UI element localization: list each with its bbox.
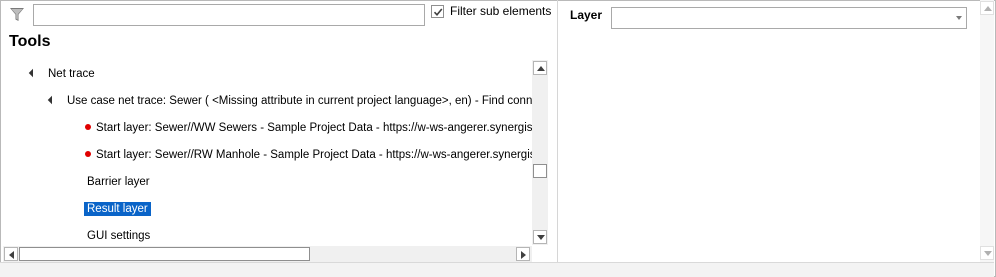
tree-item-label: Result layer — [84, 202, 151, 216]
layer-panel-scrollbar[interactable] — [980, 0, 994, 262]
arrow-down-icon — [537, 235, 545, 240]
expand-arrow-icon[interactable] — [28, 68, 38, 78]
chevron-down-icon — [956, 16, 962, 20]
tools-tree: Net trace Use case net trace: Sewer ( <M… — [0, 60, 532, 246]
filter-input[interactable] — [33, 4, 425, 26]
scroll-up-button[interactable] — [533, 61, 547, 75]
tools-panel: Filter sub elements Tools Net trace Use … — [0, 0, 557, 262]
scroll-down-button[interactable] — [533, 230, 547, 244]
scroll-down-button[interactable] — [980, 246, 994, 260]
tools-heading: Tools — [9, 33, 51, 50]
arrow-up-icon — [537, 66, 545, 71]
tree-item-barrier-layer[interactable]: Barrier layer — [87, 172, 150, 192]
vertical-scroll-thumb[interactable] — [533, 164, 547, 178]
arrow-up-icon — [984, 6, 992, 11]
tree-item-label: Net trace — [48, 68, 95, 80]
filter-sub-elements-label: Filter sub elements — [450, 4, 552, 18]
tree-horizontal-scrollbar[interactable] — [3, 246, 532, 262]
tree-item-label: Barrier layer — [87, 176, 150, 188]
tree-item-result-layer[interactable]: Result layer — [84, 199, 151, 219]
scroll-right-button[interactable] — [516, 247, 530, 261]
tree-vertical-scrollbar[interactable] — [532, 60, 548, 245]
panel-divider[interactable] — [557, 0, 558, 262]
horizontal-scroll-thumb[interactable] — [19, 247, 310, 261]
tree-item-net-trace[interactable]: Net trace — [28, 64, 95, 84]
tree-item-start-layer-manhole[interactable]: Start layer: Sewer//RW Manhole - Sample … — [85, 145, 532, 165]
arrow-left-icon — [9, 251, 14, 259]
tree-item-label: GUI settings — [87, 230, 151, 242]
filter-icon[interactable] — [9, 7, 25, 23]
arrow-down-icon — [984, 251, 992, 256]
tree-item-label: Start layer: Sewer//RW Manhole - Sample … — [96, 149, 532, 161]
tree-item-use-case[interactable]: Use case net trace: Sewer ( <Missing att… — [47, 91, 532, 111]
layer-dropdown[interactable] — [611, 7, 967, 29]
tree-item-start-layer-sewers[interactable]: Start layer: Sewer//WW Sewers - Sample P… — [85, 118, 532, 138]
tree-item-gui-settings[interactable]: GUI settings — [87, 226, 150, 246]
tree-item-label: Start layer: Sewer//WW Sewers - Sample P… — [96, 122, 532, 134]
status-dot-icon — [85, 151, 91, 157]
status-dot-icon — [85, 124, 91, 130]
scroll-up-button[interactable] — [980, 1, 994, 15]
layer-label: Layer — [570, 8, 603, 22]
scroll-left-button[interactable] — [4, 247, 18, 261]
filter-sub-elements-checkbox[interactable] — [431, 5, 444, 18]
checkmark-icon — [433, 8, 443, 17]
tree-item-label: Use case net trace: Sewer ( <Missing att… — [67, 95, 532, 107]
arrow-right-icon — [521, 251, 526, 259]
expand-arrow-icon[interactable] — [47, 95, 57, 105]
status-strip — [0, 262, 994, 277]
